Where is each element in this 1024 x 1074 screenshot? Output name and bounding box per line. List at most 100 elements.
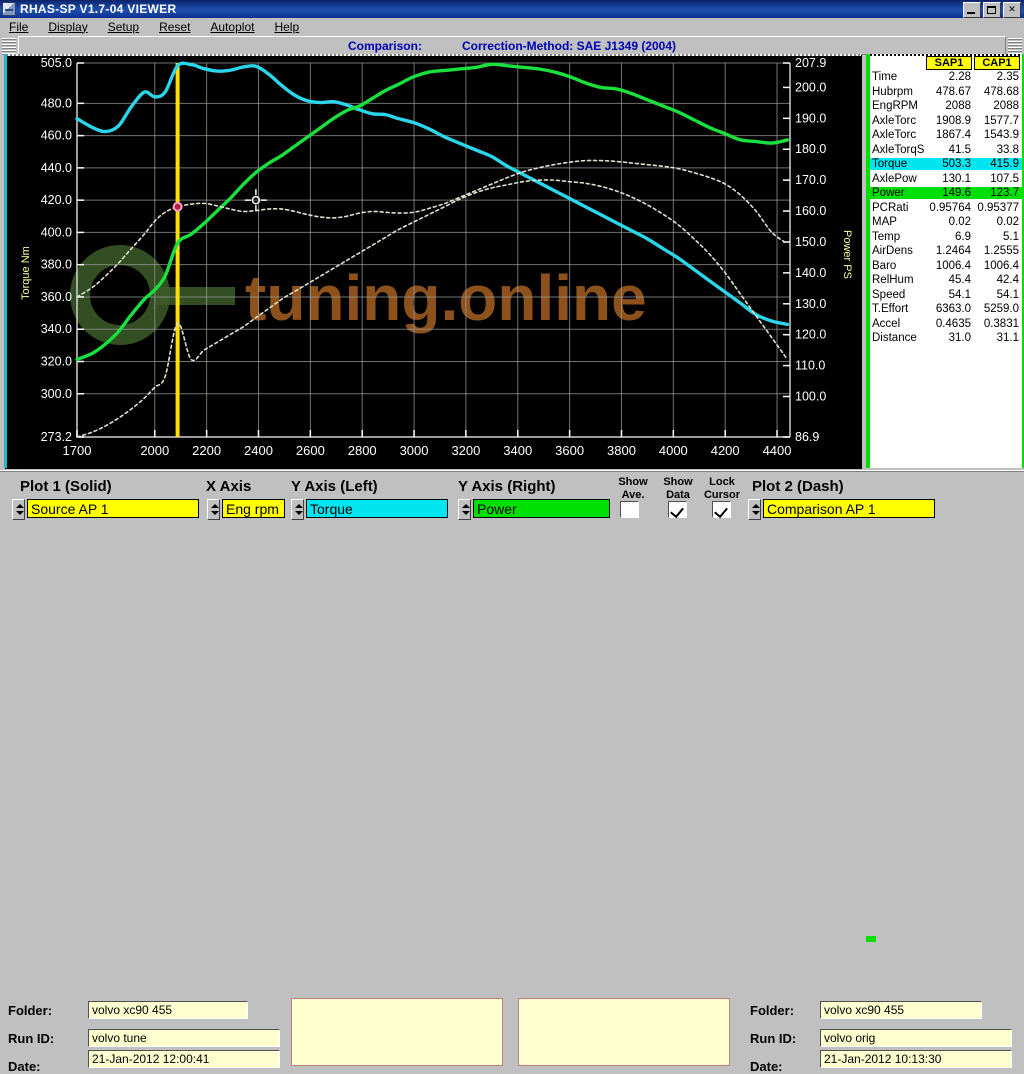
- plot2-note-box[interactable]: [518, 998, 730, 1066]
- show-data-label-2: Data: [666, 489, 690, 501]
- menu-autoplot-label: Autoplot: [210, 19, 255, 34]
- plot2-date-value[interactable]: 21-Jan-2012 10:13:30: [820, 1050, 1012, 1068]
- data-row-label: T.Effort: [872, 303, 909, 316]
- data-row-label: MAP: [872, 216, 897, 229]
- grip-left-icon: [2, 38, 16, 55]
- menu-help[interactable]: Help: [271, 19, 302, 35]
- show-data-checkbox[interactable]: [668, 501, 687, 518]
- data-row: Time 2.28 2.35: [870, 70, 1022, 85]
- data-row-label: Torque: [870, 158, 926, 171]
- plot1-select[interactable]: Source AP 1: [27, 499, 199, 518]
- data-row: AxleTorqS 41.5 33.8: [870, 143, 1022, 158]
- x-axis-select[interactable]: Eng rpm: [222, 499, 285, 518]
- data-row-sap1: 6.9: [955, 230, 971, 243]
- correction-method-label: Correction-Method: SAE J1349 (2004): [461, 38, 677, 53]
- data-row: Baro 1006.4 1006.4: [870, 259, 1022, 274]
- y-axis-left-select[interactable]: Torque: [306, 499, 448, 518]
- data-row-cap1: 0.95377: [977, 201, 1019, 214]
- plot2-folder-value[interactable]: volvo xc90 455: [820, 1001, 982, 1019]
- lock-cursor-label-2: Cursor: [703, 489, 741, 501]
- svg-text:110.0: 110.0: [795, 359, 825, 373]
- data-row-label: Distance: [872, 332, 917, 345]
- svg-text:2400: 2400: [244, 443, 273, 458]
- menu-autoplot[interactable]: Autoplot: [207, 19, 257, 35]
- data-row-label: Hubrpm: [872, 85, 913, 98]
- data-row-cap1: 54.1: [996, 288, 1019, 301]
- data-row: AxlePow 130.1 107.5: [870, 172, 1022, 187]
- minimize-button[interactable]: [963, 2, 981, 18]
- plot1-folder-value[interactable]: volvo xc90 455: [88, 1001, 248, 1019]
- data-row-label: AxleTorqS: [872, 143, 925, 156]
- y-axis-right-group-title: Y Axis (Right): [458, 478, 556, 495]
- menu-reset[interactable]: Reset: [156, 19, 193, 35]
- close-button[interactable]: ✕: [1003, 2, 1021, 18]
- svg-text:170.0: 170.0: [795, 173, 826, 187]
- data-row-sap1: 1006.4: [935, 259, 971, 272]
- title-bar: RHAS-SP V1.7-04 VIEWER ✕: [0, 0, 1024, 18]
- green-indicator-chip: [866, 936, 876, 942]
- panel-separator: [0, 470, 1024, 472]
- chart-canvas[interactable]: tuning.online 505.0 480.0 460.0 440.0 420.0 40…: [5, 55, 862, 469]
- data-row: T.Effort 6363.0 5259.0: [870, 302, 1022, 317]
- data-row-label: RelHum: [872, 274, 914, 287]
- dyno-chart[interactable]: tuning.online 505.0 480.0 460.0 440.0 420.0 40…: [4, 54, 862, 469]
- svg-text:2200: 2200: [192, 443, 221, 458]
- show-ave-checkbox[interactable]: [620, 501, 639, 518]
- data-row-cap1: 107.5: [990, 172, 1019, 185]
- plot1-spinner[interactable]: [12, 499, 25, 520]
- data-row-label: Baro: [872, 259, 897, 272]
- data-panel-rows: Time 2.28 2.35 Hubrpm 478.67 478.68 EngRPM 2088…: [870, 70, 1022, 346]
- plot1-date-value[interactable]: 21-Jan-2012 12:00:41: [88, 1050, 280, 1068]
- data-row-cap1: 2088: [993, 100, 1019, 113]
- plot1-runid-value[interactable]: volvo tune: [88, 1029, 280, 1047]
- y-axis-right-select[interactable]: Power: [473, 499, 610, 518]
- data-row-label: AirDens: [872, 245, 913, 258]
- data-row-cap1: 33.8: [996, 143, 1019, 156]
- plot2-runid-value[interactable]: volvo orig: [820, 1029, 1012, 1047]
- data-row: PCRati 0.95764 0.95377: [870, 201, 1022, 216]
- data-row-sap1: 1867.4: [935, 129, 971, 142]
- data-row: Power 149.6 123.7: [870, 186, 1022, 201]
- y-axis-left-spinner[interactable]: [291, 499, 304, 520]
- x-axis-title: X Axis: [206, 478, 252, 495]
- data-row-label: Accel: [872, 317, 901, 330]
- svg-text:100.0: 100.0: [795, 390, 826, 404]
- data-row-cap1: 5.1: [1003, 230, 1019, 243]
- application-window: RHAS-SP V1.7-04 VIEWER ✕ File Display Se…: [0, 0, 1024, 1074]
- plot2-spinner[interactable]: [748, 499, 761, 520]
- data-row-cap1: 42.4: [996, 274, 1019, 287]
- chart-top-border: [4, 54, 861, 56]
- svg-text:3200: 3200: [451, 443, 480, 458]
- data-row-sap1: 0.95764: [929, 201, 971, 214]
- svg-text:360.0: 360.0: [41, 290, 72, 304]
- data-row: Distance 31.0 31.1: [870, 331, 1022, 346]
- data-row-sap1: 1.2464: [935, 245, 971, 258]
- menu-file[interactable]: File: [6, 19, 31, 35]
- data-row-cap1: 0.3831: [983, 317, 1019, 330]
- comparison-label: Comparison:: [347, 38, 422, 53]
- svg-text:130.0: 130.0: [795, 297, 826, 311]
- chart-left-accent: [4, 54, 7, 468]
- maximize-button[interactable]: [983, 2, 1001, 18]
- data-row-sap1: 41.5: [948, 143, 971, 156]
- plot2-select[interactable]: Comparison AP 1: [763, 499, 935, 518]
- menu-reset-label: Reset: [159, 19, 191, 34]
- menu-bar: File Display Setup Reset Autoplot Help: [0, 18, 1024, 35]
- data-row-label: PCRati: [872, 201, 909, 214]
- y-axis-right-spinner[interactable]: [458, 499, 471, 520]
- svg-text:2800: 2800: [348, 443, 377, 458]
- data-row-sap1: 2.28: [948, 71, 971, 84]
- data-row-cap1: 1006.4: [983, 259, 1019, 272]
- plot1-note-box[interactable]: [291, 998, 503, 1066]
- svg-text:180.0: 180.0: [795, 142, 826, 156]
- x-axis-spinner[interactable]: [207, 499, 220, 520]
- data-row-sap1: 130.1: [942, 172, 971, 185]
- svg-text:150.0: 150.0: [795, 235, 826, 249]
- lock-cursor-checkbox[interactable]: [712, 501, 731, 518]
- data-row-sap1: 0.02: [948, 216, 971, 229]
- svg-text:2000: 2000: [140, 443, 169, 458]
- menu-setup[interactable]: Setup: [105, 19, 142, 35]
- menu-display[interactable]: Display: [45, 19, 90, 35]
- plot2-date-label: Date:: [750, 1059, 783, 1074]
- data-row: AirDens 1.2464 1.2555: [870, 244, 1022, 259]
